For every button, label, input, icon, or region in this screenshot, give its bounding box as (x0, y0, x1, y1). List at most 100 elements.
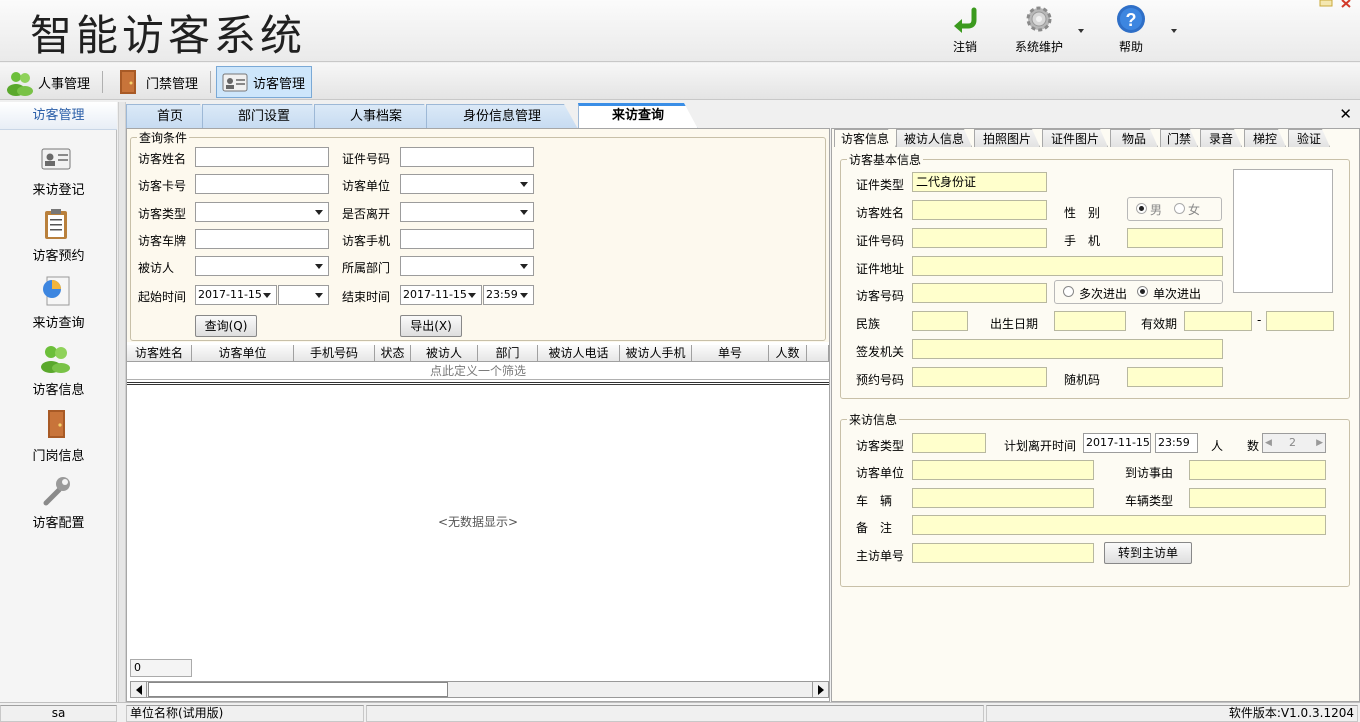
id-number-field[interactable] (912, 228, 1047, 248)
valid-from-field[interactable] (1184, 311, 1252, 331)
module-access-control[interactable]: 门禁管理 (110, 66, 204, 98)
name-field[interactable] (912, 200, 1047, 220)
issuer-field[interactable] (912, 339, 1223, 359)
module-hr[interactable]: 人事管理 (2, 66, 96, 98)
visitor-type-field[interactable] (912, 433, 986, 453)
ethnicity-field[interactable] (912, 311, 968, 331)
sidebar-item-visit-query[interactable]: 来访查询 (0, 275, 117, 339)
tab-identity-management[interactable]: 身份信息管理 (426, 104, 578, 129)
leave-date-field[interactable]: 2017-11-15 (1083, 433, 1151, 453)
detail-tab-access[interactable]: 门禁 (1160, 129, 1198, 147)
valid-to-field[interactable] (1266, 311, 1334, 331)
visitor-no-field[interactable] (912, 283, 1047, 303)
mobile-field[interactable] (1127, 228, 1223, 248)
column-header-filler (807, 345, 829, 362)
tab-home[interactable]: 首页 (126, 104, 214, 129)
sidebar-splitter[interactable] (118, 102, 126, 702)
window-controls-icon[interactable] (1318, 0, 1356, 8)
sidebar-item-reservation[interactable]: 访客预约 (0, 208, 117, 272)
maintenance-dropdown-arrow[interactable] (1078, 29, 1084, 33)
close-tab-button[interactable]: ✕ (1339, 105, 1352, 123)
leave-time-field[interactable]: 23:59 (1155, 433, 1198, 453)
reason-field[interactable] (1189, 460, 1326, 480)
column-header[interactable]: 被访人手机 (620, 345, 692, 362)
tab-visit-query[interactable]: 来访查询 (578, 103, 698, 129)
column-header[interactable]: 被访人 (411, 345, 478, 362)
filter-row[interactable]: 点此定义一个筛选 (127, 363, 829, 380)
visitor-type-select[interactable] (195, 202, 329, 222)
sidebar-item-visitor-config[interactable]: 访客配置 (0, 475, 117, 539)
multi-entry-radio[interactable] (1063, 286, 1074, 297)
export-button[interactable]: 导出(X) (400, 315, 462, 337)
visitor-phone-label: 访客手机 (342, 234, 391, 248)
male-radio[interactable] (1136, 203, 1147, 214)
detail-tab-items[interactable]: 物品 (1110, 129, 1158, 147)
detail-tab-recording[interactable]: 录音 (1200, 129, 1242, 147)
plate-input[interactable] (195, 229, 329, 249)
stepper-up-icon[interactable]: ▶ (1316, 434, 1323, 452)
sidebar-item-visit-registration[interactable]: 来访登记 (0, 142, 117, 206)
column-header[interactable]: 单号 (692, 345, 769, 362)
sidebar-item-label: 来访登记 (32, 183, 85, 198)
vehicle-type-field[interactable] (1189, 488, 1326, 508)
transfer-to-main-order-button[interactable]: 转到主访单 (1104, 542, 1192, 564)
people-stepper[interactable]: ◀ 2 ▶ (1262, 433, 1326, 453)
detail-tab-verify[interactable]: 验证 (1288, 129, 1330, 147)
column-header[interactable]: 状态 (375, 345, 411, 362)
department-select[interactable] (400, 256, 534, 276)
visitor-phone-input[interactable] (400, 229, 534, 249)
detail-tab-id-image[interactable]: 证件图片 (1042, 129, 1108, 147)
tab-strip: 首页 部门设置 人事档案 身份信息管理 来访查询 (126, 102, 1360, 128)
module-visitor[interactable]: 访客管理 (216, 66, 313, 98)
column-header[interactable]: 手机号码 (294, 345, 375, 362)
vehicle-field[interactable] (912, 488, 1094, 508)
scroll-thumb[interactable] (148, 682, 448, 697)
column-header[interactable]: 部门 (478, 345, 538, 362)
scroll-right-arrow[interactable] (812, 682, 828, 697)
end-date-picker[interactable]: 2017-11-15 (400, 285, 482, 305)
detail-tab-elevator[interactable]: 梯控 (1244, 129, 1286, 147)
column-header[interactable]: 被访人电话 (538, 345, 620, 362)
detail-tab-photo[interactable]: 拍照图片 (974, 129, 1040, 147)
search-button[interactable]: 查询(Q) (195, 315, 257, 337)
id-type-field[interactable]: 二代身份证 (912, 172, 1047, 192)
remark-field[interactable] (912, 515, 1326, 535)
visitor-type-label: 访客类型 (138, 207, 187, 221)
id-number-input[interactable] (400, 147, 534, 167)
column-header[interactable]: 人数 (769, 345, 807, 362)
app-title: 智能访客系统 (30, 11, 307, 60)
start-time-picker[interactable] (278, 285, 329, 305)
door-icon (48, 410, 65, 438)
status-version: 软件版本:V1.0.3.1204 (986, 705, 1358, 722)
end-time-picker[interactable]: 23:59 (483, 285, 534, 305)
main-order-field[interactable] (912, 543, 1094, 563)
people-label: 人 数 (1211, 439, 1260, 453)
female-radio[interactable] (1174, 203, 1185, 214)
visitor-company-select[interactable] (400, 174, 534, 194)
single-entry-radio[interactable] (1137, 286, 1148, 297)
sidebar-item-gate-info[interactable]: 门岗信息 (0, 408, 117, 472)
scroll-left-arrow[interactable] (131, 682, 147, 697)
visitor-name-input[interactable] (195, 147, 329, 167)
left-status-select[interactable] (400, 202, 534, 222)
random-code-field[interactable] (1127, 367, 1223, 387)
column-header[interactable]: 访客姓名 (127, 345, 192, 362)
start-date-picker[interactable]: 2017-11-15 (195, 285, 277, 305)
record-count: 0 (130, 659, 192, 677)
sidebar-item-visitor-info[interactable]: 访客信息 (0, 342, 117, 406)
help-dropdown-arrow[interactable] (1171, 29, 1177, 33)
tab-department-settings[interactable]: 部门设置 (202, 104, 326, 129)
tab-personnel-files[interactable]: 人事档案 (314, 104, 438, 129)
reservation-no-field[interactable] (912, 367, 1047, 387)
column-header[interactable]: 访客单位 (192, 345, 294, 362)
stepper-down-icon[interactable]: ◀ (1265, 434, 1272, 452)
visit-info-legend: 来访信息 (849, 413, 898, 427)
birth-date-field[interactable] (1054, 311, 1126, 331)
detail-tab-visitee-info[interactable]: 被访人信息 (896, 129, 972, 147)
visitor-card-input[interactable] (195, 174, 329, 194)
horizontal-scrollbar[interactable] (130, 681, 829, 698)
company-field[interactable] (912, 460, 1094, 480)
address-field[interactable] (912, 256, 1223, 276)
visitee-select[interactable] (195, 256, 329, 276)
detail-tab-visitor-info[interactable]: 访客信息 (834, 129, 896, 147)
